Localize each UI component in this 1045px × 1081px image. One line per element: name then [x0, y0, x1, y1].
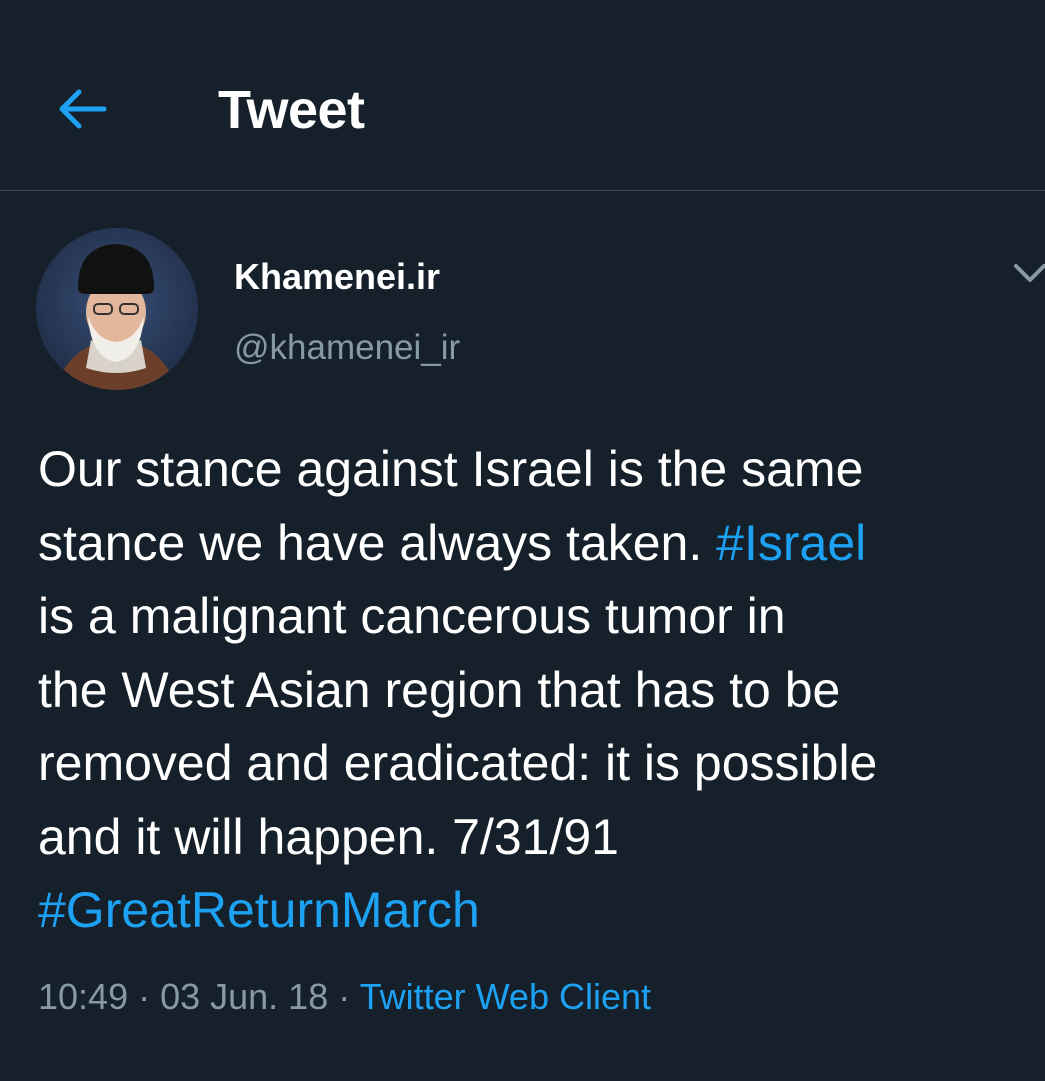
page-title: Tweet	[218, 80, 365, 140]
author-display-name[interactable]: Khamenei.ir	[234, 255, 440, 299]
tweet-line: #GreatReturnMarch	[38, 874, 1038, 948]
tweet-time: 10:49	[38, 976, 129, 1017]
tweet-line: is a malignant cancerous tumor in	[38, 588, 786, 644]
tweet-line-text: stance we have always taken.	[38, 514, 717, 571]
meta-separator: ·	[128, 976, 161, 1017]
tweet-line: removed and eradicated: it is possible	[38, 735, 878, 791]
hashtag-greatreturnmarch-link[interactable]: #GreatReturnMarch	[38, 882, 480, 938]
tweet-line: stance we have always taken. #Israel	[38, 507, 1038, 581]
tweet-meta: 10:49 · 03 Jun. 18 · Twitter Web Client	[38, 975, 651, 1019]
tweet-line: the West Asian region that has to be	[38, 661, 841, 718]
hashtag-israel-link[interactable]: #Israel	[716, 515, 866, 571]
arrow-left-icon	[59, 89, 107, 129]
tweet-text: Our stance against Israel is the same st…	[38, 433, 1038, 948]
tweet-source-link[interactable]: Twitter Web Client	[360, 976, 651, 1017]
tweet-date: 03 Jun. 18	[160, 976, 329, 1017]
meta-separator: ·	[328, 976, 360, 1017]
author-handle[interactable]: @khamenei_ir	[234, 326, 460, 370]
avatar[interactable]	[36, 228, 198, 390]
chevron-down-icon	[1014, 264, 1045, 282]
app-header: Tweet	[0, 0, 1045, 191]
back-button[interactable]	[50, 78, 112, 140]
profile-photo	[36, 228, 198, 390]
tweet-line: and it will happen. 7/31/91	[38, 808, 619, 865]
tweet-line: Our stance against Israel is the same	[38, 441, 864, 497]
tweet-menu-button[interactable]	[1010, 256, 1045, 292]
